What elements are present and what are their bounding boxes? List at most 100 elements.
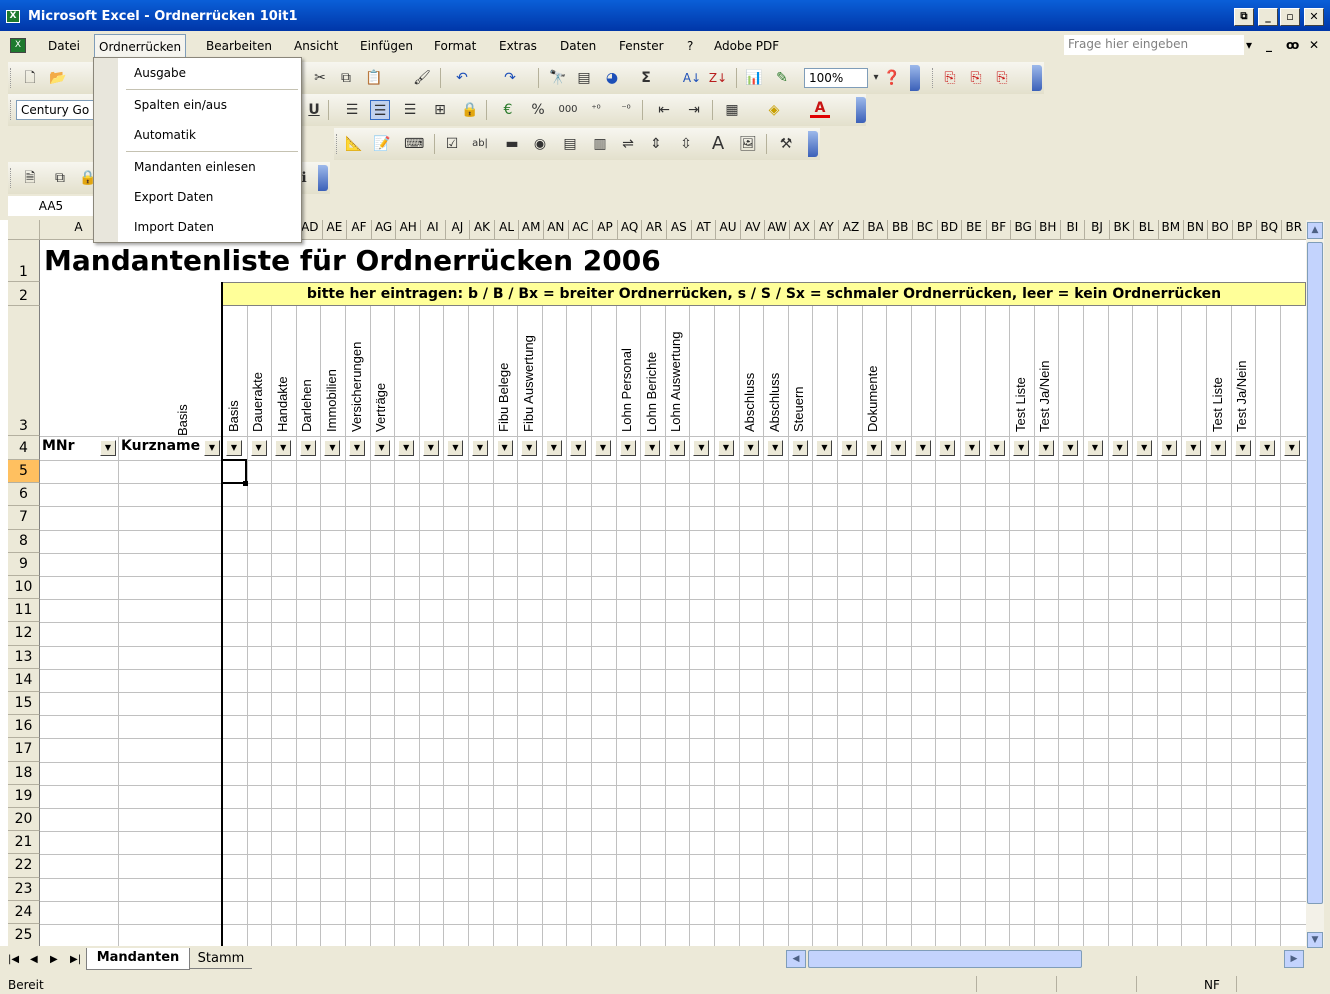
thousands-icon[interactable]: 000 [558, 100, 578, 120]
doc-minimize-button[interactable]: _ [1266, 38, 1272, 52]
column-header[interactable]: BF [986, 220, 1012, 240]
vertical-scroll-thumb[interactable] [1307, 242, 1323, 904]
font-color-icon[interactable]: A [810, 98, 830, 118]
redo-icon[interactable]: ↷ [500, 68, 520, 88]
new-document-icon[interactable]: 🗋 [20, 68, 40, 88]
format-painter-icon[interactable]: 🖌 [412, 68, 432, 88]
filter-dropdown[interactable]: ▼ [250, 440, 267, 456]
decrease-decimal-icon[interactable]: ⁻⁰ [616, 100, 636, 120]
row-header[interactable]: 23 [8, 877, 40, 901]
decrease-indent-icon[interactable]: ⇤ [654, 100, 674, 120]
column-header[interactable]: AX [790, 220, 815, 240]
toolbar-grip[interactable] [10, 168, 14, 188]
sheet-icon[interactable]: 🗎 [20, 168, 40, 188]
menu-fenster[interactable]: Fenster [619, 31, 664, 61]
workbook-icon[interactable]: X [10, 38, 26, 53]
design-mode-icon[interactable]: 📐 [344, 134, 364, 154]
formatting-options-icon[interactable] [856, 97, 866, 123]
filter-dropdown[interactable]: ▼ [1259, 440, 1276, 456]
row-header[interactable]: 10 [8, 576, 40, 600]
menu-help[interactable]: ? [687, 31, 693, 61]
row-header[interactable]: 18 [8, 761, 40, 785]
filter-dropdown[interactable]: ▼ [1013, 440, 1030, 456]
spin-control-icon[interactable]: ⇕ [646, 134, 666, 154]
column-header[interactable]: AE [322, 220, 348, 240]
align-right-icon[interactable]: ☰ [400, 100, 420, 120]
font-name-combo[interactable]: Century Go [16, 100, 104, 120]
minimize-button[interactable]: _ [1258, 8, 1278, 26]
row-header[interactable]: 2 [8, 282, 40, 306]
undo-icon[interactable]: ↶ [452, 68, 472, 88]
filter-dropdown[interactable]: ▼ [718, 440, 734, 456]
pdf-review-icon[interactable]: ⎘ [992, 68, 1012, 88]
research-icon[interactable]: ▤ [574, 68, 594, 88]
filter-dropdown[interactable]: ▼ [988, 440, 1005, 456]
lock-icon[interactable]: 🔒 [460, 100, 480, 120]
extra-options-icon[interactable] [318, 165, 328, 191]
scroll-right-icon[interactable]: ▶ [1284, 950, 1304, 968]
help-search-input[interactable]: Frage hier eingeben [1064, 35, 1244, 55]
zoom-combo[interactable]: 100% [804, 68, 868, 88]
window-icon[interactable]: ⧉ [50, 168, 70, 188]
cut-icon[interactable]: ✂ [310, 68, 330, 88]
pdf-convert-icon[interactable]: ⎘ [940, 68, 960, 88]
filter-dropdown[interactable]: ▼ [1210, 440, 1226, 456]
row-header[interactable]: 6 [8, 483, 40, 507]
sort-asc-icon[interactable]: A↓ [682, 68, 702, 88]
filter-dropdown[interactable]: ▼ [644, 440, 661, 456]
filter-dropdown[interactable]: ▼ [767, 440, 784, 456]
column-header[interactable]: AH [396, 220, 421, 240]
image-control-icon[interactable]: 🖼 [738, 134, 758, 154]
filter-dropdown[interactable]: ▼ [521, 440, 538, 456]
column-header[interactable]: BQ [1257, 220, 1282, 240]
filter-dropdown[interactable]: ▼ [791, 440, 808, 456]
column-header[interactable]: AP [593, 220, 618, 240]
column-header[interactable]: BL [1134, 220, 1159, 240]
row-header[interactable]: 8 [8, 529, 40, 553]
toolbar-options-icon[interactable] [910, 65, 920, 91]
filter-dropdown[interactable]: ▼ [398, 440, 415, 456]
filter-dropdown[interactable]: ▼ [816, 440, 833, 456]
find-binoculars-icon[interactable]: 🔭 [548, 68, 568, 88]
menu-format[interactable]: Format [434, 31, 476, 61]
filter-dropdown[interactable]: ▼ [1136, 440, 1153, 456]
column-header[interactable]: AR [642, 220, 667, 240]
column-header[interactable]: BC [913, 220, 938, 240]
fill-color-icon[interactable]: ◈ [764, 100, 784, 120]
column-header[interactable]: BI [1060, 220, 1086, 240]
column-header[interactable]: BP [1232, 220, 1258, 240]
column-header[interactable]: BK [1109, 220, 1135, 240]
column-header[interactable]: AG [371, 220, 397, 240]
column-header[interactable]: BJ [1085, 220, 1110, 240]
row-header[interactable]: 25 [8, 924, 40, 946]
help-icon[interactable]: ❓ [882, 68, 902, 88]
column-header[interactable]: AI [421, 220, 446, 240]
row-header[interactable]: 1 [8, 240, 40, 282]
properties-icon[interactable]: 📝 [372, 134, 392, 154]
column-header[interactable]: AZ [839, 220, 864, 240]
filter-dropdown[interactable]: ▼ [447, 440, 464, 456]
select-all-corner[interactable] [8, 220, 40, 240]
menu-item-ausgabe[interactable]: Ausgabe [134, 66, 186, 80]
row-header[interactable]: 16 [8, 715, 40, 739]
column-header[interactable]: AY [814, 220, 840, 240]
toolbar-grip[interactable] [336, 134, 340, 154]
chart-wizard-icon[interactable]: 📊 [744, 68, 764, 88]
row-header[interactable]: 22 [8, 854, 40, 878]
filter-dropdown[interactable]: ▼ [914, 440, 931, 456]
last-sheet-icon[interactable]: ▶| [70, 954, 81, 965]
first-sheet-icon[interactable]: |◀ [8, 954, 19, 965]
scroll-left-icon[interactable]: ◀ [786, 950, 806, 968]
filter-dropdown[interactable]: ▼ [1087, 440, 1103, 456]
menu-item-spalten[interactable]: Spalten ein/aus [134, 98, 227, 112]
row-header[interactable]: 20 [8, 808, 40, 832]
restore-icon[interactable]: ⧉ [1234, 8, 1254, 26]
row-header[interactable]: 5 [8, 460, 40, 484]
pdf-email-icon[interactable]: ⎘ [966, 68, 986, 88]
row-header[interactable]: 14 [8, 668, 40, 692]
filter-dropdown[interactable]: ▼ [373, 440, 390, 456]
filter-dropdown[interactable]: ▼ [1234, 440, 1251, 456]
column-header[interactable]: AK [470, 220, 495, 240]
filter-dropdown[interactable]: ▼ [1062, 440, 1079, 456]
row-header[interactable]: 7 [8, 506, 40, 530]
